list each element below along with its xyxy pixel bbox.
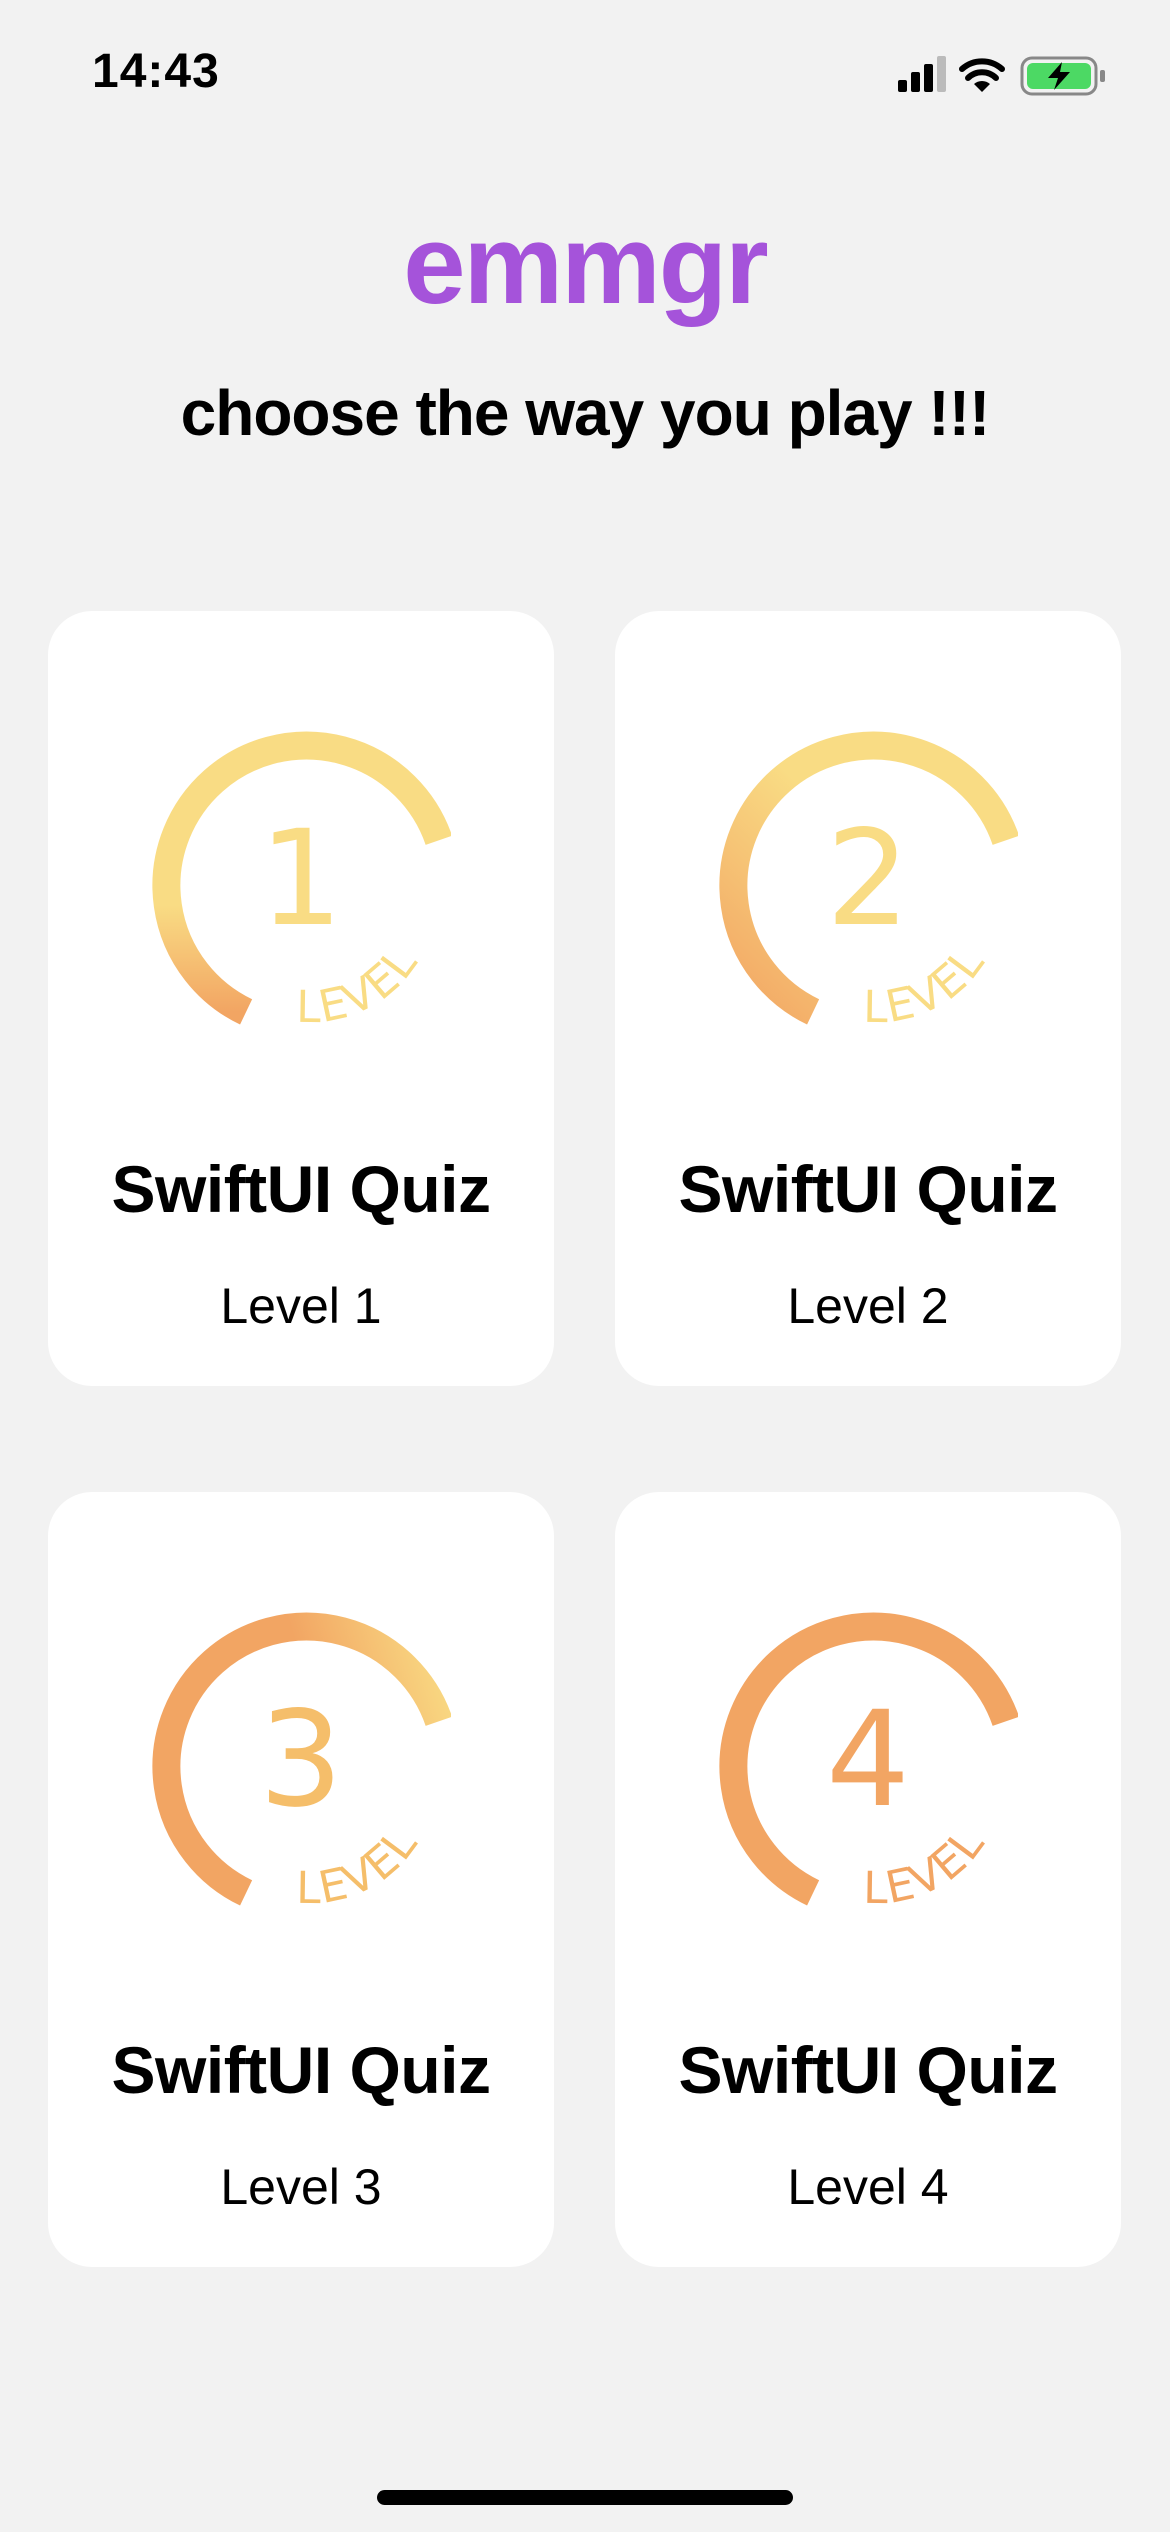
wifi-icon <box>959 58 1005 92</box>
level-2-badge-icon: 2 LEVEL <box>719 731 1018 1029</box>
card-level-label: Level 4 <box>787 2159 949 2215</box>
home-indicator[interactable] <box>377 2490 793 2505</box>
card-level-label: Level 3 <box>220 2159 382 2215</box>
svg-text:4: 4 <box>826 1683 910 1837</box>
battery-charging-icon <box>1020 56 1105 96</box>
quiz-card-level-4[interactable]: 4 LEVEL SwiftUI Quiz Level 4 <box>615 1492 1121 2267</box>
status-icons <box>898 50 1118 100</box>
level-4-badge-icon: 4 LEVEL <box>719 1612 1018 1910</box>
app-title: emmgr <box>403 202 768 327</box>
svg-text:3: 3 <box>259 1683 343 1837</box>
card-title: SwiftUI Quiz <box>111 2033 491 2107</box>
level-3-badge-icon: 3 LEVEL <box>152 1612 451 1910</box>
quiz-card-level-1[interactable]: 1 LEVEL SwiftUI Quiz Level 1 <box>48 611 554 1386</box>
svg-text:2: 2 <box>826 802 910 956</box>
cellular-signal-icon <box>898 56 946 92</box>
level-1-badge-icon: 1 LEVEL <box>152 731 451 1029</box>
card-level-label: Level 1 <box>220 1278 382 1334</box>
svg-text:1: 1 <box>259 802 343 956</box>
card-title: SwiftUI Quiz <box>678 2033 1058 2107</box>
card-title: SwiftUI Quiz <box>678 1152 1058 1226</box>
card-level-label: Level 2 <box>787 1278 949 1334</box>
quiz-card-level-2[interactable]: 2 LEVEL SwiftUI Quiz Level 2 <box>615 611 1121 1386</box>
quiz-card-level-3[interactable]: 3 LEVEL SwiftUI Quiz Level 3 <box>48 1492 554 2267</box>
page-subtitle: choose the way you play !!! <box>180 377 991 449</box>
card-title: SwiftUI Quiz <box>111 1152 491 1226</box>
status-time: 14:43 <box>92 45 220 98</box>
status-bar: 14:43 <box>0 0 1170 150</box>
